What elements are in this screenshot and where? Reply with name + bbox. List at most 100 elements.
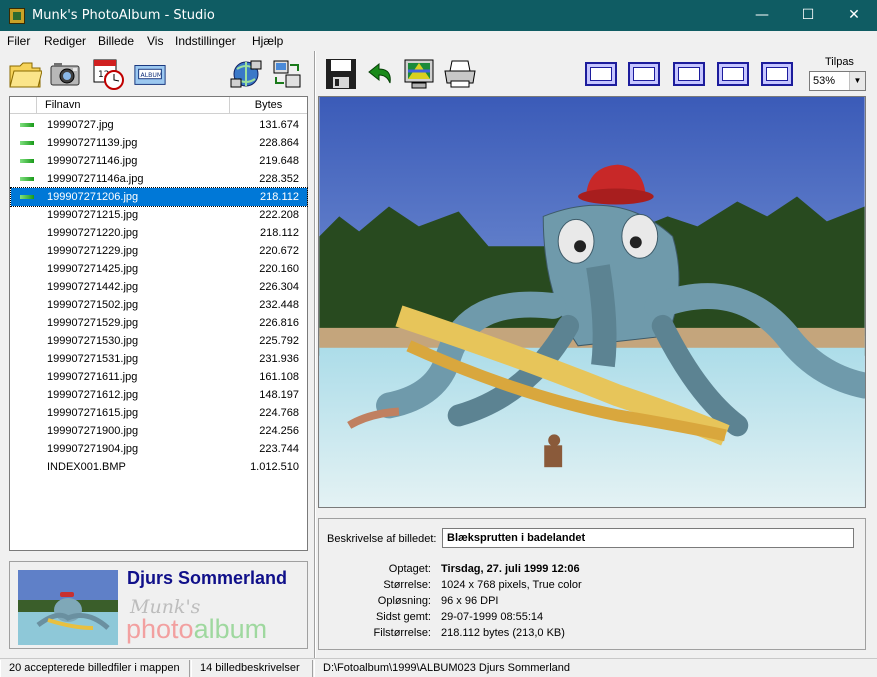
file-name: 199907271146a.jpg — [47, 173, 144, 185]
printer-icon[interactable] — [443, 57, 477, 91]
file-name: 199907271442.jpg — [47, 281, 139, 293]
transfer-icon[interactable] — [270, 57, 304, 91]
chevron-down-icon[interactable]: ▼ — [849, 72, 865, 90]
status-bar: 20 accepterede billedfiler i mappen 14 b… — [0, 658, 877, 677]
file-bytes: 225.792 — [259, 335, 299, 347]
list-item[interactable]: 19990727.jpg 131.674 — [11, 116, 307, 134]
status-descriptions: 14 billedbeskrivelser — [191, 660, 313, 677]
file-name: 199907271146.jpg — [47, 155, 138, 167]
app-icon[interactable] — [9, 8, 25, 24]
save-icon[interactable] — [324, 57, 358, 91]
info-key: Filstørrelse: — [373, 627, 431, 639]
network-icon[interactable] — [229, 57, 263, 91]
status-path: D:\Fotoalbum\1999\ALBUM023 Djurs Sommerl… — [314, 660, 877, 677]
album-thumbnail[interactable] — [18, 570, 118, 645]
minimize-button[interactable]: — — [739, 0, 785, 31]
list-item[interactable]: 199907271425.jpg 220.160 — [11, 260, 307, 278]
layout-1-icon[interactable] — [585, 62, 617, 86]
calendar-clock-icon[interactable]: 12 — [91, 57, 125, 91]
info-value: 29-07-1999 08:55:14 — [441, 611, 544, 623]
column-filename[interactable]: Filnavn — [37, 97, 230, 114]
file-bytes: 231.936 — [259, 353, 299, 365]
file-name: 199907271425.jpg — [47, 263, 139, 275]
list-item[interactable]: 199907271229.jpg 220.672 — [11, 242, 307, 260]
info-key: Opløsning: — [377, 595, 431, 607]
list-item[interactable]: 199907271612.jpg 148.197 — [11, 386, 307, 404]
list-item[interactable]: 199907271139.jpg 228.864 — [11, 134, 307, 152]
close-button[interactable]: ✕ — [831, 0, 877, 31]
file-name: 199907271502.jpg — [47, 299, 139, 311]
list-item[interactable]: 199907271220.jpg 218.112 — [11, 224, 307, 242]
photo-preview[interactable] — [318, 96, 866, 508]
file-name: 199907271615.jpg — [47, 407, 139, 419]
list-item[interactable]: 199907271904.jpg 223.744 — [11, 440, 307, 458]
file-bytes: 161.108 — [259, 371, 299, 383]
list-item[interactable]: 199907271531.jpg 231.936 — [11, 350, 307, 368]
list-item[interactable]: 199907271611.jpg 161.108 — [11, 368, 307, 386]
file-name: 199907271220.jpg — [47, 227, 139, 239]
menu-indstillinger[interactable]: Indstillinger — [175, 34, 236, 48]
pane-splitter[interactable] — [314, 51, 316, 658]
file-bytes: 148.197 — [259, 389, 299, 401]
file-bytes: 131.674 — [259, 119, 299, 131]
described-marker-icon — [20, 123, 34, 127]
folder-icon[interactable] — [8, 57, 42, 91]
description-label: Beskrivelse af billedet: — [327, 533, 437, 545]
list-item[interactable]: 199907271502.jpg 232.448 — [11, 296, 307, 314]
status-accepted: 20 accepterede billedfiler i mappen — [0, 660, 190, 677]
file-name: 199907271611.jpg — [47, 371, 138, 383]
file-bytes: 218.112 — [260, 227, 299, 239]
column-marker[interactable] — [10, 97, 37, 114]
info-key: Størrelse: — [383, 579, 431, 591]
zoom-label: Tilpas — [825, 56, 854, 68]
list-item[interactable]: 199907271146a.jpg 228.352 — [11, 170, 307, 188]
file-bytes: 223.744 — [259, 443, 299, 455]
menu-hjaelp[interactable]: Hjælp — [252, 34, 283, 48]
title-bar: Munk's PhotoAlbum - Studio — ☐ ✕ — [0, 0, 877, 31]
zoom-value: 53% — [813, 75, 836, 87]
file-bytes: 226.304 — [259, 281, 299, 293]
file-name: 199907271531.jpg — [47, 353, 139, 365]
column-bytes[interactable]: Bytes — [230, 97, 307, 114]
list-item[interactable]: 199907271146.jpg 219.648 — [11, 152, 307, 170]
file-bytes: 220.672 — [259, 245, 299, 257]
menu-billede[interactable]: Billede — [98, 34, 134, 48]
file-bytes: 219.648 — [259, 155, 299, 167]
file-name: INDEX001.BMP — [47, 461, 126, 473]
file-name: 199907271229.jpg — [47, 245, 139, 257]
file-list[interactable]: Filnavn Bytes 19990727.jpg 131.674 1999072… — [9, 96, 308, 551]
camera-icon[interactable] — [48, 57, 82, 91]
layout-5-icon[interactable] — [761, 62, 793, 86]
menu-filer[interactable]: Filer — [7, 34, 30, 48]
maximize-button[interactable]: ☐ — [785, 0, 831, 31]
file-name: 199907271215.jpg — [47, 209, 139, 221]
monitor-icon[interactable] — [402, 57, 436, 91]
logo-photoalbum: photoalbum — [126, 614, 267, 645]
menu-vis[interactable]: Vis — [147, 34, 163, 48]
list-item[interactable]: 199907271529.jpg 226.816 — [11, 314, 307, 332]
file-bytes: 1.012.510 — [250, 461, 299, 473]
file-name: 199907271206.jpg — [47, 191, 139, 203]
info-value: Tirsdag, 27. juli 1999 12:06 — [441, 563, 580, 575]
zoom-select[interactable]: 53% ▼ — [809, 71, 866, 91]
layout-2-icon[interactable] — [628, 62, 660, 86]
undo-icon[interactable] — [364, 57, 398, 91]
description-field[interactable]: Blæksprutten i badelandet — [442, 528, 854, 548]
layout-4-icon[interactable] — [717, 62, 749, 86]
file-bytes: 228.864 — [259, 137, 299, 149]
window-title: Munk's PhotoAlbum - Studio — [32, 8, 215, 23]
file-name: 199907271529.jpg — [47, 317, 139, 329]
list-item[interactable]: 199907271442.jpg 226.304 — [11, 278, 307, 296]
info-value: 96 x 96 DPI — [441, 595, 499, 607]
menu-rediger[interactable]: Rediger — [44, 34, 86, 48]
list-item[interactable]: 199907271615.jpg 224.768 — [11, 404, 307, 422]
list-item[interactable]: INDEX001.BMP 1.012.510 — [11, 458, 307, 476]
list-item[interactable]: 199907271215.jpg 222.208 — [11, 206, 307, 224]
list-item[interactable]: 199907271530.jpg 225.792 — [11, 332, 307, 350]
layout-3-icon[interactable] — [673, 62, 705, 86]
file-name: 19990727.jpg — [47, 119, 114, 131]
file-name: 199907271139.jpg — [47, 137, 138, 149]
list-item[interactable]: 199907271900.jpg 224.256 — [11, 422, 307, 440]
album-icon[interactable]: ALBUM — [133, 57, 167, 91]
list-item[interactable]: 199907271206.jpg 218.112 — [10, 187, 308, 207]
